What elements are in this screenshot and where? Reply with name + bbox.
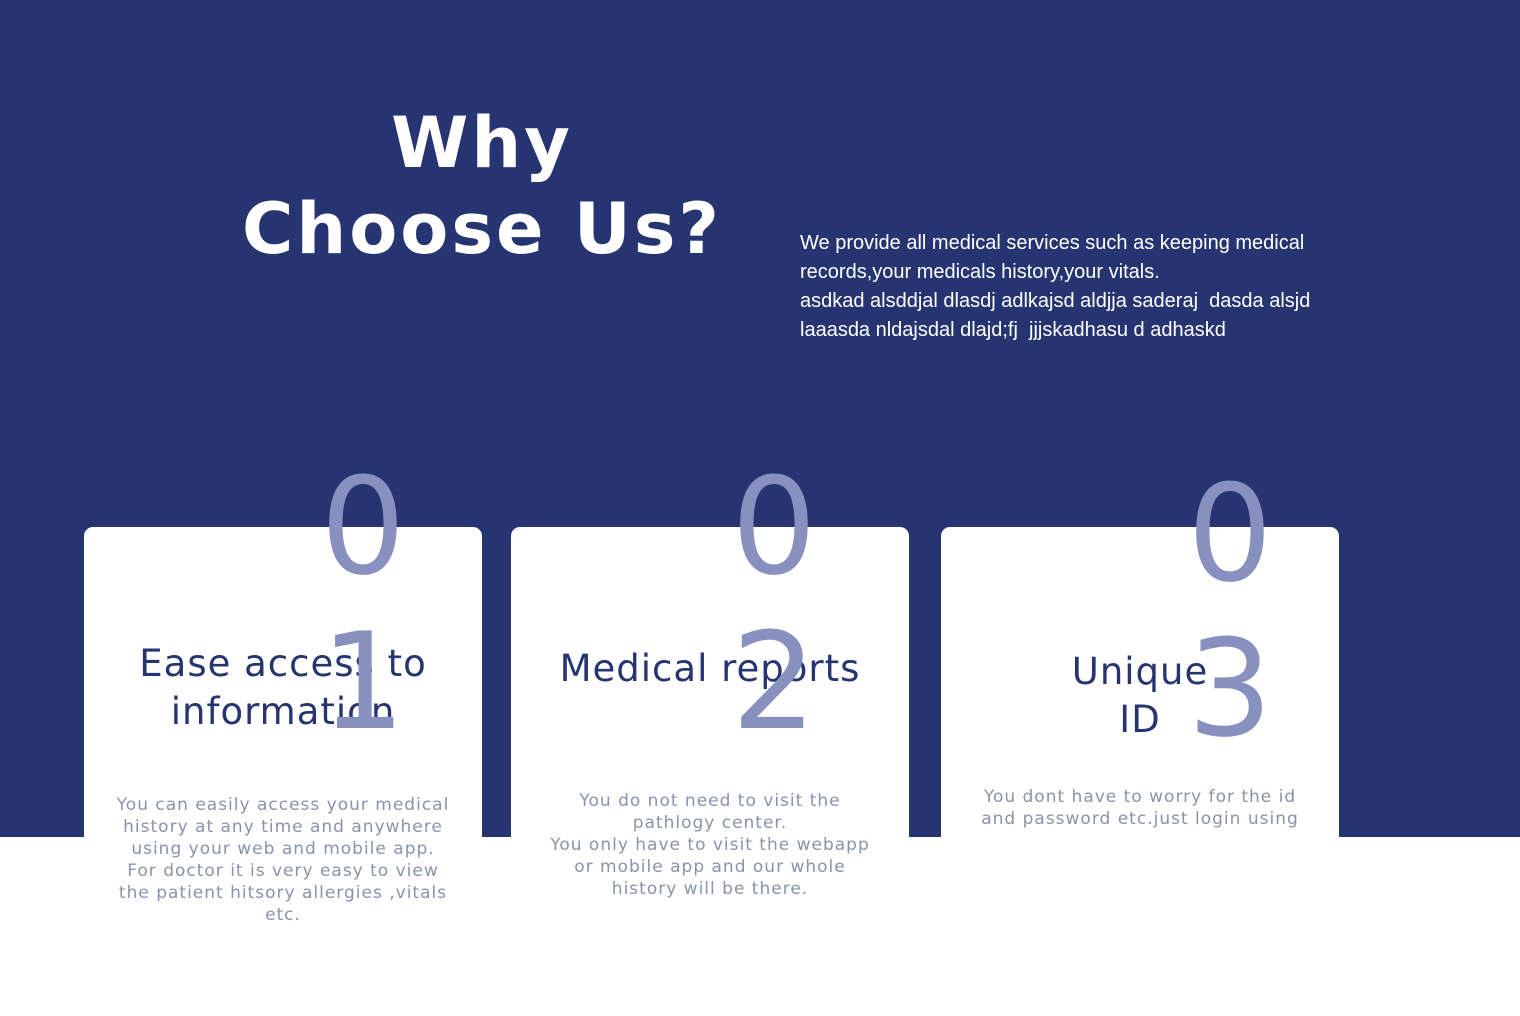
description-line: asdkad alsddjal dlasdj adlkajsd aldjja s… bbox=[800, 290, 1316, 341]
feature-number-3: 03 bbox=[1187, 456, 1273, 767]
hero-description: We provide all medical services such as … bbox=[800, 229, 1360, 345]
feature-number-1: 01 bbox=[320, 449, 406, 760]
feature-text-line: You do not need to visit the pathlogy ce… bbox=[579, 791, 841, 833]
page-lower-area bbox=[0, 837, 1520, 1016]
page-title: Why Choose Us? bbox=[241, 102, 722, 270]
feature-title: Medical reports bbox=[559, 647, 861, 690]
feature-number-2: 02 bbox=[731, 449, 817, 760]
feature-text-line: You dont have to worry for the id and pa… bbox=[981, 787, 1299, 829]
description-line: We provide all medical services such as … bbox=[800, 232, 1310, 283]
feature-text: You dont have to worry for the id and pa… bbox=[971, 786, 1309, 830]
